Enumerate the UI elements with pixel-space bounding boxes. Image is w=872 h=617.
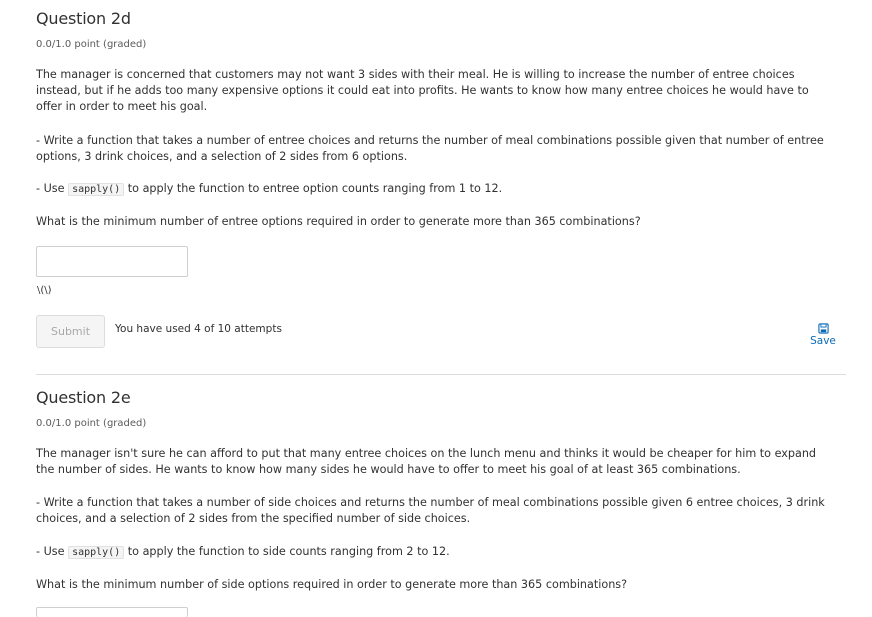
question-2d-paragraph-1: The manager is concerned that customers … [36,68,809,113]
save-label: Save [810,335,836,347]
paragraph-text: - Use [36,182,69,195]
submit-button[interactable]: Submit [36,315,105,348]
question-2d-points: 0.0/1.0 point (graded) [36,39,147,50]
courseware-page: Question 2d 0.0/1.0 point (graded) The m… [0,0,872,617]
code-sapply: sapply() [68,546,125,559]
answer-input-2e[interactable] [36,607,188,617]
save-button[interactable]: Save [807,323,839,347]
question-2d-paragraph-3: - Use sapply() to apply the function to … [36,181,836,198]
paragraph-text: to apply the function to side counts ran… [124,545,450,558]
save-icon [817,323,829,334]
answer-input[interactable] [36,246,188,277]
question-2e-paragraph-2: - Write a function that takes a number o… [36,496,825,525]
question-divider [36,374,846,375]
paragraph-text: to apply the function to entree option c… [124,182,503,195]
question-2e-paragraph-3: - Use sapply() to apply the function to … [36,544,836,561]
question-2e-prompt: What is the minimum number of side optio… [36,578,628,591]
attempts-count: You have used 4 of 10 attempts [115,323,282,335]
question-2e-paragraph-1: The manager isn't sure he can afford to … [36,447,817,476]
math-preview: \(\) [37,285,52,296]
question-2d-prompt: What is the minimum number of entree opt… [36,215,641,228]
question-2e-points: 0.0/1.0 point (graded) [36,418,147,429]
paragraph-text: - Use [36,545,69,558]
question-2d-paragraph-2: - Write a function that takes a number o… [36,134,824,163]
question-2e-title: Question 2e [36,388,131,407]
code-sapply: sapply() [68,183,125,196]
question-2d-title: Question 2d [36,9,131,28]
